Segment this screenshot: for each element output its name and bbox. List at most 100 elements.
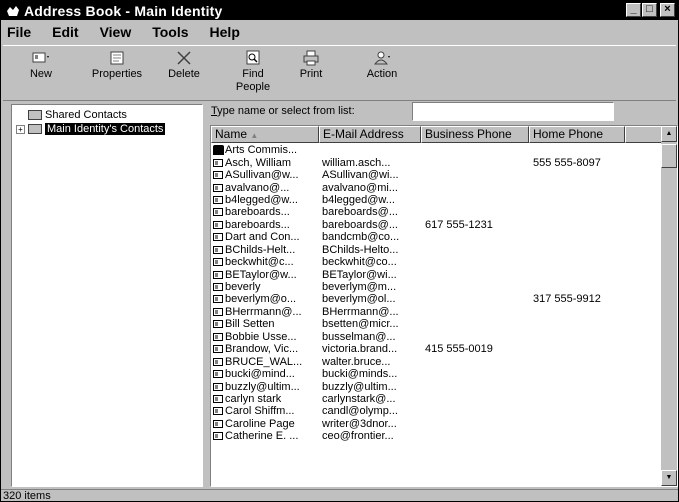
column-header-business-phone[interactable]: Business Phone: [421, 126, 529, 143]
menu-bar: File Edit View Tools Help: [1, 21, 678, 42]
tree-item-main-identity-contacts[interactable]: + Main Identity's Contacts: [16, 123, 166, 135]
contact-name: ASullivan@w...: [225, 169, 299, 182]
contact-name: avalvano@...: [225, 181, 290, 194]
table-row[interactable]: bareboards... bareboards@... 617 555-1231: [211, 219, 661, 231]
contact-card-icon: [213, 270, 223, 279]
delete-button[interactable]: Delete: [163, 50, 205, 81]
table-row[interactable]: Caroline Page writer@3dnor...: [211, 418, 661, 430]
email-cell: bandcmb@co...: [322, 231, 400, 244]
table-row[interactable]: beverly beverlym@m...: [211, 281, 661, 293]
expand-plus-icon[interactable]: +: [16, 124, 25, 134]
table-row[interactable]: Bobbie Usse... busselman@...: [211, 331, 661, 343]
table-row[interactable]: ASullivan@w... ASullivan@wi...: [211, 169, 661, 181]
maximize-button[interactable]: □: [642, 3, 657, 17]
menu-file[interactable]: File: [7, 24, 31, 40]
scroll-down-arrow-icon[interactable]: ▼: [661, 470, 677, 486]
folder-tree[interactable]: Shared Contacts + Main Identity's Contac…: [11, 104, 203, 487]
contact-card-icon: [213, 320, 223, 329]
table-row[interactable]: bucki@mind... bucki@minds...: [211, 368, 661, 380]
table-row[interactable]: bareboards... bareboards@...: [211, 206, 661, 218]
name-cell: BRUCE_WAL...: [211, 356, 319, 368]
table-row[interactable]: Catherine E. ... ceo@frontier...: [211, 430, 661, 442]
column-header-name[interactable]: Name ▲: [211, 126, 319, 143]
menu-edit[interactable]: Edit: [52, 24, 78, 40]
name-cell: carlyn stark: [211, 393, 319, 405]
email-cell: bareboards@...: [322, 206, 398, 219]
contacts-list[interactable]: Name ▲ E-Mail Address Business Phone Hom…: [210, 125, 678, 487]
table-row[interactable]: BETaylor@w... BETaylor@wi...: [211, 268, 661, 281]
email-cell: carlynstark@...: [322, 392, 396, 405]
email-cell: avalvano@mi...: [322, 181, 398, 194]
contact-name: beverly: [225, 281, 261, 294]
column-header-home-phone[interactable]: Home Phone: [529, 126, 625, 143]
scroll-thumb[interactable]: [661, 144, 677, 168]
title-bar[interactable]: Address Book - Main Identity _ □ ×: [1, 1, 678, 20]
email-cell: william.asch...: [322, 156, 391, 169]
close-button[interactable]: ×: [660, 3, 675, 17]
table-row[interactable]: BHerrmann@... BHerrmann@...: [211, 306, 661, 318]
contact-card-icon: [213, 208, 223, 217]
table-row[interactable]: Carol Shiffm... candl@olymp...: [211, 405, 661, 417]
minimize-button[interactable]: _: [626, 3, 641, 17]
contact-name: BRUCE_WAL...: [225, 355, 303, 368]
name-cell: BChilds-Helt...: [211, 244, 319, 256]
find-label: Find: [242, 68, 264, 80]
table-row[interactable]: avalvano@... avalvano@mi...: [211, 181, 661, 194]
tree-item-label: Main Identity's Contacts: [45, 123, 166, 135]
contact-name: BHerrmann@...: [225, 305, 302, 318]
name-cell: Dart and Con...: [211, 231, 319, 243]
print-button[interactable]: Print: [293, 50, 329, 81]
name-cell: BHerrmann@...: [211, 306, 319, 318]
new-button[interactable]: New: [23, 50, 59, 81]
business-phone-cell: 415 555-0019: [425, 343, 493, 356]
table-row[interactable]: beverlym@o... beverlym@ol... 317 555-9912: [211, 293, 661, 305]
contact-name: Bobbie Usse...: [225, 330, 297, 343]
contact-card-icon: [213, 220, 223, 229]
contact-name: Carol Shiffm...: [225, 405, 295, 418]
action-button[interactable]: Action: [361, 50, 403, 81]
table-row[interactable]: carlyn stark carlynstark@...: [211, 393, 661, 405]
business-phone-cell: 617 555-1231: [425, 218, 493, 231]
contact-card-icon: [213, 370, 223, 379]
menu-view[interactable]: View: [100, 24, 132, 40]
contact-name: carlyn stark: [225, 392, 282, 405]
group-icon: [213, 145, 224, 156]
table-row[interactable]: beckwhit@c... beckwhit@co...: [211, 256, 661, 268]
table-row[interactable]: Bill Setten bsetten@micr...: [211, 318, 661, 330]
email-cell: candl@olymp...: [322, 405, 398, 418]
name-cell: buzzly@ultim...: [211, 381, 319, 393]
contact-name: Bill Setten: [225, 318, 275, 331]
contact-name: Caroline Page: [225, 417, 295, 430]
contact-name: beverlym@o...: [225, 293, 297, 306]
column-header-email[interactable]: E-Mail Address: [319, 126, 421, 143]
delete-label: Delete: [168, 68, 200, 80]
table-row[interactable]: b4legged@w... b4legged@w...: [211, 194, 661, 206]
table-row[interactable]: BChilds-Helt... BChilds-Helto...: [211, 244, 661, 256]
tree-item-shared-contacts[interactable]: Shared Contacts: [16, 109, 127, 121]
vertical-scrollbar[interactable]: ▲ ▼: [661, 126, 677, 486]
email-cell: buzzly@ultim...: [322, 380, 397, 393]
table-row[interactable]: Asch, William william.asch... 555 555-8097: [211, 156, 661, 169]
email-cell: bareboards@...: [322, 218, 398, 231]
search-input[interactable]: [412, 102, 614, 121]
contact-card-icon: [213, 158, 223, 167]
name-cell: Carol Shiffm...: [211, 405, 319, 417]
contact-card-icon: [213, 183, 223, 192]
properties-button[interactable]: Properties: [85, 50, 149, 81]
table-row[interactable]: BRUCE_WAL... walter.bruce...: [211, 355, 661, 368]
menu-help[interactable]: Help: [210, 24, 240, 40]
name-cell: bareboards...: [211, 219, 319, 231]
contact-name: Asch, William: [225, 156, 292, 169]
table-row[interactable]: Dart and Con... bandcmb@co...: [211, 231, 661, 243]
table-row[interactable]: Arts Commis...: [211, 144, 661, 156]
table-row[interactable]: Brandow, Vic... victoria.brand... 415 555-…: [211, 343, 661, 355]
contact-card-icon: [213, 332, 223, 341]
find-people-button[interactable]: Find People: [229, 50, 277, 94]
table-row[interactable]: buzzly@ultim... buzzly@ultim...: [211, 380, 661, 393]
name-cell: bucki@mind...: [211, 368, 319, 380]
scroll-up-arrow-icon[interactable]: ▲: [661, 126, 677, 142]
name-cell: Brandow, Vic...: [211, 343, 319, 355]
menu-tools[interactable]: Tools: [152, 24, 188, 40]
name-cell: Caroline Page: [211, 418, 319, 430]
window-title: Address Book - Main Identity: [24, 2, 223, 19]
